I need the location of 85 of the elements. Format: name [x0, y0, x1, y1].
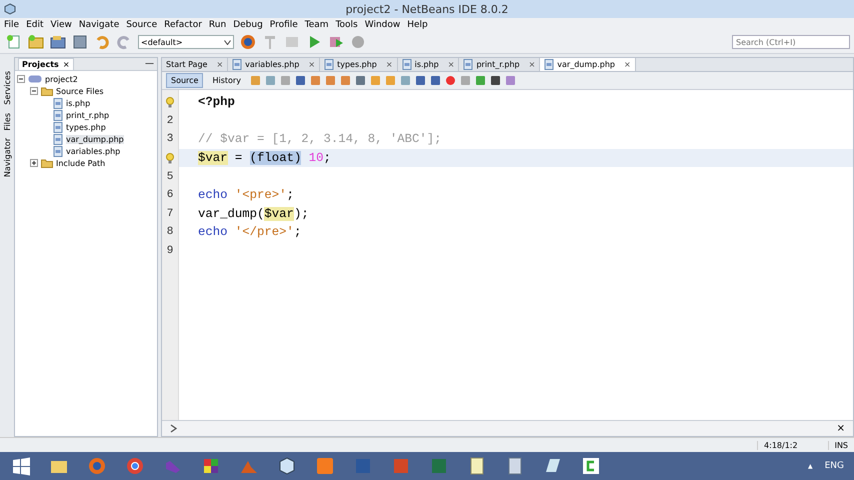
windows-start-icon[interactable]	[10, 455, 32, 477]
code-line: echo '</pre>';	[198, 225, 302, 240]
folder-icon	[41, 158, 53, 168]
new-file-icon[interactable]	[6, 34, 22, 50]
code-line: echo '<pre>';	[198, 188, 294, 202]
line-number: 5	[166, 170, 174, 183]
save-icon[interactable]	[72, 34, 88, 50]
menu-item[interactable]: Navigate	[78, 20, 120, 30]
insert-mode: INS	[828, 440, 854, 450]
line-number: 3	[166, 133, 174, 146]
tree-item[interactable]: Include Path	[56, 158, 106, 168]
menu-item[interactable]: Tools	[336, 20, 358, 30]
menu-item[interactable]: Window	[364, 20, 400, 30]
line-number: 8	[166, 226, 174, 238]
close-icon[interactable]: ×	[836, 423, 845, 434]
close-icon[interactable]: ×	[386, 60, 393, 69]
menu-item[interactable]: Profile	[270, 20, 298, 30]
tree-item[interactable]: is.php	[66, 98, 90, 108]
side-tab[interactable]: Navigator	[2, 138, 12, 178]
menu-item[interactable]: Run	[208, 20, 226, 30]
editor-tab[interactable]: is.php ×	[398, 58, 460, 71]
firefox-icon[interactable]	[86, 455, 108, 477]
php-file-icon	[53, 122, 63, 132]
menu-item[interactable]: Source	[126, 20, 158, 30]
close-icon[interactable]: ×	[62, 60, 70, 69]
panel-tab[interactable]: Projects ×	[18, 58, 74, 70]
code-line: <?php	[198, 95, 235, 110]
caret-icon	[224, 40, 231, 44]
minimize-button[interactable]: —	[145, 59, 154, 69]
view-tab[interactable]: Source	[166, 73, 204, 88]
line-number: 7	[166, 208, 174, 220]
php-file-icon	[53, 110, 63, 120]
close-icon[interactable]: ×	[448, 60, 454, 69]
undo-icon[interactable]	[94, 34, 110, 50]
chrome-icon[interactable]	[124, 455, 146, 477]
menu-item[interactable]: File	[4, 20, 20, 30]
menu-item[interactable]: Edit	[26, 20, 44, 30]
expand-toggle-icon[interactable]	[30, 159, 38, 167]
new-project-icon[interactable]	[28, 34, 44, 50]
cursor-position: 4:18/1:2	[757, 440, 828, 450]
php-file-icon	[53, 146, 63, 156]
window-title: project2 - NetBeans IDE 8.0.2	[346, 2, 508, 16]
menu-item[interactable]: Help	[407, 20, 428, 30]
side-tab[interactable]: Files	[2, 112, 12, 130]
php-file-icon	[53, 98, 63, 108]
tree-item[interactable]: variables.php	[66, 146, 120, 156]
line-number: 6	[166, 189, 174, 202]
php-file-icon	[53, 134, 63, 144]
tree-item[interactable]: var_dump.php	[66, 134, 124, 144]
menu-item[interactable]: Debug	[233, 20, 263, 30]
menu-item[interactable]: Team	[304, 20, 329, 30]
editor-tab[interactable]: var_dump.php ×	[540, 58, 636, 71]
line-number: 9	[166, 245, 174, 258]
cube-icon	[4, 3, 16, 15]
tree-item[interactable]: project2	[45, 74, 78, 84]
close-icon[interactable]: ×	[308, 60, 316, 69]
collapse-toggle-icon[interactable]	[17, 75, 25, 83]
profile-icon[interactable]	[350, 34, 366, 50]
tree-item[interactable]: Source Files	[56, 86, 104, 96]
close-icon[interactable]: ×	[624, 60, 631, 69]
lightbulb-icon	[166, 96, 174, 108]
configuration-dropdown[interactable]: <default>	[138, 35, 234, 49]
debug-icon[interactable]	[328, 34, 344, 50]
language-indicator[interactable]: ENG	[824, 461, 844, 471]
folder-icon	[41, 86, 53, 96]
code-line: // $var = [1, 2, 3.14, 8, 'ABC'];	[198, 132, 442, 146]
side-tab[interactable]: Services	[2, 71, 12, 105]
close-icon[interactable]: ×	[216, 60, 224, 69]
lightbulb-icon	[166, 152, 174, 164]
record-macro-icon[interactable]	[444, 75, 456, 86]
close-icon[interactable]: ×	[528, 60, 536, 69]
menu-item[interactable]: View	[50, 20, 72, 30]
menu-item[interactable]: Refactor	[164, 20, 202, 30]
search-field[interactable]: Search (Ctrl+I)	[732, 35, 850, 49]
line-number: 2	[166, 114, 174, 127]
chevron-icon[interactable]	[170, 424, 178, 433]
redo-icon[interactable]	[116, 34, 132, 50]
tree-item[interactable]: print_r.php	[66, 110, 110, 120]
code-line: $var = (float) 10;	[198, 151, 331, 166]
open-folder-icon[interactable]	[50, 34, 66, 50]
code-line: var_dump($var);	[198, 206, 309, 221]
view-tab[interactable]: History	[207, 73, 246, 88]
browser-icon[interactable]	[240, 34, 256, 50]
tree-item[interactable]: types.php	[66, 122, 106, 132]
collapse-toggle-icon[interactable]	[30, 87, 38, 95]
